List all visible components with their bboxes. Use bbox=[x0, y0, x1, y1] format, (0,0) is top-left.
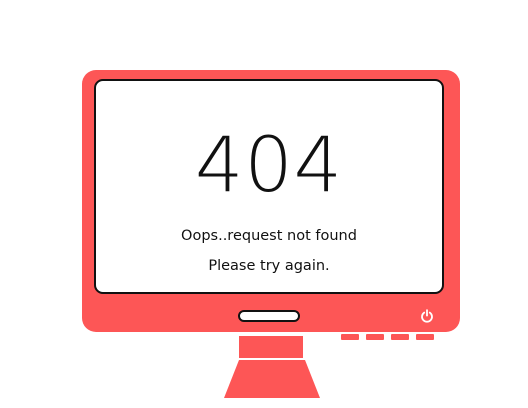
power-icon bbox=[421, 309, 433, 323]
monitor-ports bbox=[341, 334, 434, 340]
error-illustration: 404 Oops..request not found Please try a… bbox=[0, 0, 528, 408]
monitor-screen: 404 Oops..request not found Please try a… bbox=[94, 79, 444, 294]
monitor-frame: 404 Oops..request not found Please try a… bbox=[82, 70, 460, 332]
error-message: Oops..request not found bbox=[181, 228, 357, 244]
port bbox=[341, 334, 359, 340]
monitor-stand-base bbox=[224, 360, 320, 398]
bezel-slot bbox=[238, 310, 300, 322]
monitor-neck bbox=[239, 336, 303, 358]
port bbox=[366, 334, 384, 340]
error-hint: Please try again. bbox=[208, 258, 330, 274]
error-code: 404 bbox=[194, 120, 344, 209]
port bbox=[391, 334, 409, 340]
port bbox=[416, 334, 434, 340]
